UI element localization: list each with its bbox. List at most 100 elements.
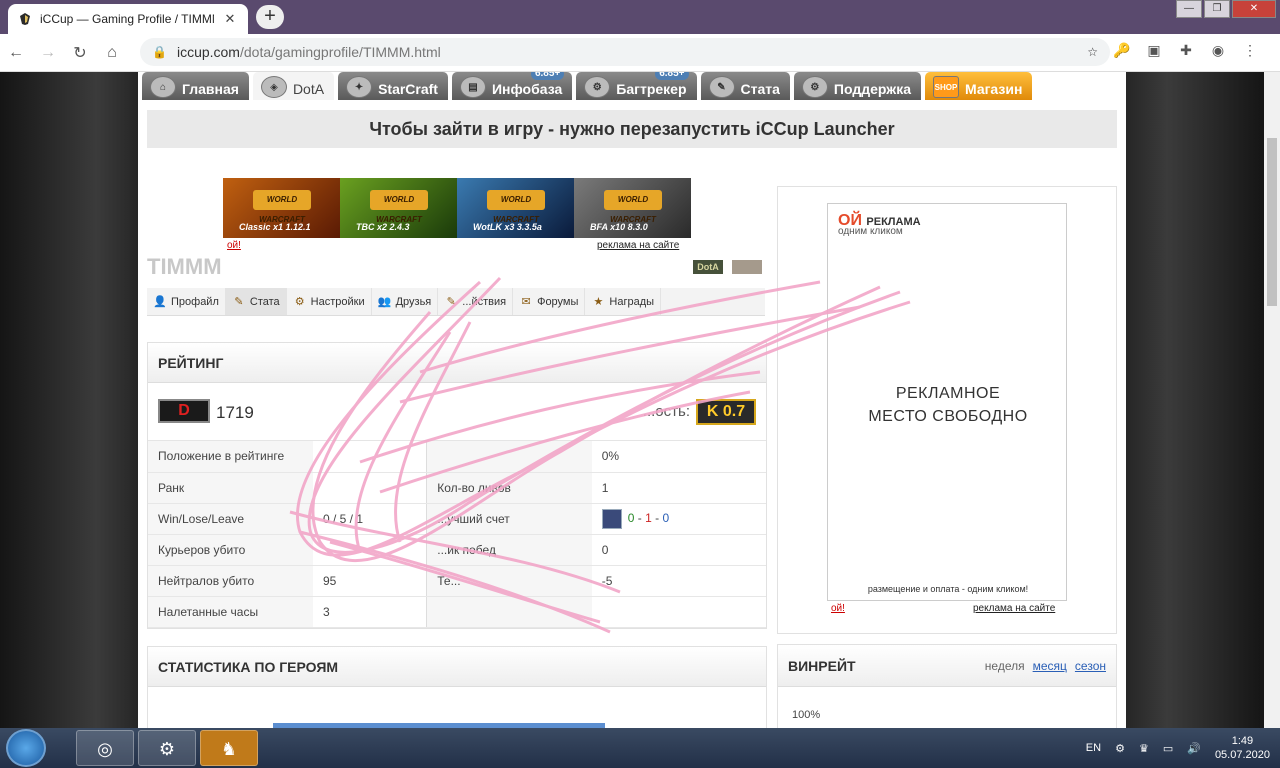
banner-slot-tbc[interactable]: WORLD WARCRAFT TBC x2 2.4.3: [340, 178, 457, 238]
profile-username: TIMMM: [147, 254, 222, 279]
bookmark-star-icon[interactable]: ☆: [1087, 45, 1098, 59]
banner-slot-wotlk[interactable]: WORLD WARCRAFT WotLK x3 3.3.5a: [457, 178, 574, 238]
banner-slot-bfa[interactable]: WORLD WARCRAFT BFA x10 8.3.0: [574, 178, 691, 238]
tab-month[interactable]: месяц: [1033, 659, 1067, 673]
warcraft-logo: WORLD WARCRAFT: [253, 190, 311, 224]
heroes-panel: СТАТИСТИКА ПО ГЕРОЯМ: [147, 646, 767, 728]
counter-strike-taskbar-icon[interactable]: ♞: [200, 730, 258, 766]
minimize-button[interactable]: —: [1176, 0, 1202, 18]
shop-icon: SHOP: [932, 76, 959, 98]
oy-link[interactable]: ой!: [831, 603, 845, 614]
profile-avatar-icon[interactable]: ◉: [1208, 42, 1228, 62]
wow-banner[interactable]: WORLD WARCRAFT Classic x1 1.12.1 WORLD WA…: [223, 178, 691, 238]
browser-tab-strip: iCCup — Gaming Profile / TIMMM ✕ + — ❐ ✕: [0, 0, 1280, 34]
password-extension-icon[interactable]: 🔑: [1112, 42, 1132, 62]
subnav-awards[interactable]: ★ Награды: [585, 288, 662, 315]
banner-slot-classic[interactable]: WORLD WARCRAFT Classic x1 1.12.1: [223, 178, 340, 238]
close-window-button[interactable]: ✕: [1232, 0, 1276, 18]
hero-portrait-icon[interactable]: [601, 508, 622, 529]
starcraft-nav-icon: ✦: [346, 76, 373, 98]
rating-summary: D 1719 ...ость: K 0.7: [148, 383, 766, 441]
oy-link[interactable]: ой!: [227, 240, 241, 251]
url-text: iccup.com/dota/gamingprofile/TIMMM.html: [176, 44, 441, 60]
browser-tab[interactable]: iCCup — Gaming Profile / TIMMM ✕: [8, 4, 248, 34]
table-row: Положение в рейтинге 0%: [148, 441, 766, 473]
nav-stats[interactable]: ✎ Стата: [700, 72, 790, 100]
page-scrollbar[interactable]: [1264, 72, 1280, 728]
winrate-axis-label: 100%: [792, 709, 821, 721]
region-flag-icon[interactable]: [732, 260, 762, 274]
clock[interactable]: 1:49 05.07.2020: [1215, 734, 1270, 762]
extension-icons: 🔑 ▣ ✚ ◉ ⋮: [1112, 42, 1260, 62]
rating-points: 1719: [216, 403, 254, 422]
dota-game-badge[interactable]: DotA: [693, 260, 723, 274]
lock-icon: 🔒: [152, 45, 167, 59]
table-row: Курьеров убито ...ик побед 0: [148, 534, 766, 566]
profile-subnav: 👤 Профайл ✎ Стата ⚙ Настройки 👥 Друзья ✎ ...й…: [147, 288, 765, 316]
rating-title: РЕЙТИНГ: [148, 343, 766, 383]
system-tray: EN ⚙ ♛ ▭ 🔊 1:49 05.07.2020: [1086, 734, 1270, 762]
rank-badge: D: [158, 399, 210, 423]
start-button[interactable]: [6, 729, 46, 767]
menu-dots-icon[interactable]: ⋮: [1240, 42, 1260, 62]
table-row: Ранк Кол-во ливов 1: [148, 472, 766, 504]
nav-dota[interactable]: ◈ DotA: [252, 72, 335, 100]
table-row: Нейтралов убито 95 Те... -5: [148, 565, 766, 597]
subnav-friends[interactable]: 👥 Друзья: [372, 288, 439, 315]
ad-on-site-link[interactable]: реклама на сайте: [597, 240, 679, 251]
steam-tray-icon[interactable]: ⚙: [1115, 742, 1125, 755]
network-icon[interactable]: ▭: [1163, 742, 1173, 755]
language-indicator[interactable]: EN: [1086, 742, 1101, 754]
forward-icon[interactable]: →: [32, 44, 64, 62]
subnav-settings[interactable]: ⚙ Настройки: [287, 288, 372, 315]
winrate-title: ВИНРЕЙТ: [788, 658, 856, 674]
background-art-right: [1126, 72, 1264, 728]
subnav-actions[interactable]: ✎ ...йствия: [438, 288, 514, 315]
scrollbar-thumb[interactable]: [1267, 138, 1277, 306]
steam-taskbar-icon[interactable]: ⚙: [138, 730, 196, 766]
best-score: 0 - 1 - 0: [591, 503, 766, 535]
close-tab-icon[interactable]: ✕: [222, 11, 238, 27]
nav-infobase[interactable]: ▤ Инфобаза 6.85+: [451, 72, 573, 100]
chrome-taskbar-icon[interactable]: ◎: [76, 730, 134, 766]
tray-app-icon[interactable]: ♛: [1139, 742, 1149, 755]
main-content: ⌂ Главная ◈ DotA ✦ StarCraft ▤ Инфобаза 6.85+…: [138, 72, 1126, 728]
tab-season[interactable]: сезон: [1075, 659, 1106, 673]
nav-bugtracker[interactable]: ⚙ Багтрекер 6.85+: [576, 72, 697, 100]
omnibox[interactable]: 🔒 iccup.com/dota/gamingprofile/TIMMM.htm…: [140, 38, 1110, 66]
maximize-button[interactable]: ❐: [1204, 0, 1230, 18]
windows-taskbar: ◎ ⚙ ♞ EN ⚙ ♛ ▭ 🔊 1:49 05.07.2020: [0, 728, 1280, 768]
ad-placeholder[interactable]: ОЙ РЕКЛАМА одним кликом РЕКЛАМНОЕ МЕСТО СВ…: [827, 203, 1067, 601]
table-row: Win/Lose/Leave 0 / 5 / 1 ...учший счет 0 …: [148, 503, 766, 535]
right-ad-panel: ОЙ РЕКЛАМА одним кликом РЕКЛАМНОЕ МЕСТО СВ…: [777, 186, 1117, 634]
k-ratio-badge: K 0.7: [696, 399, 756, 425]
iccup-favicon-icon: [18, 12, 32, 26]
extension-on-icon[interactable]: ▣: [1144, 42, 1164, 62]
subnav-stats[interactable]: ✎ Стата: [225, 288, 287, 315]
table-row: Налетанные часы 3: [148, 596, 766, 628]
nav-shop[interactable]: SHOP Магазин: [924, 72, 1033, 100]
tab-week[interactable]: неделя: [985, 659, 1025, 673]
back-icon[interactable]: ←: [0, 44, 32, 62]
rating-panel: РЕЙТИНГ D 1719 ...ость: K 0.7 Положение …: [147, 342, 767, 629]
gear-icon: ⚙: [294, 295, 305, 308]
new-tab-button[interactable]: +: [256, 5, 284, 29]
nav-starcraft[interactable]: ✦ StarCraft: [338, 72, 448, 100]
puzzle-extensions-icon[interactable]: ✚: [1176, 42, 1196, 62]
subnav-forums[interactable]: ✉ Форумы: [513, 288, 586, 315]
stats-nav-icon: ✎: [708, 76, 735, 98]
infobase-nav-icon: ▤: [459, 76, 486, 98]
volume-icon[interactable]: 🔊: [1187, 742, 1201, 755]
awards-star-icon: ★: [593, 295, 604, 308]
nav-home[interactable]: ⌂ Главная: [142, 72, 249, 100]
subnav-profile[interactable]: 👤 Профайл: [147, 288, 226, 315]
bugtracker-nav-icon: ⚙: [584, 76, 611, 98]
ad-free-text: РЕКЛАМНОЕ МЕСТО СВОБОДНО: [868, 385, 1028, 425]
nav-support[interactable]: ⚙ Поддержка: [793, 72, 921, 100]
home-icon[interactable]: ⌂: [96, 44, 128, 62]
ad-on-site-link[interactable]: реклама на сайте: [973, 603, 1055, 614]
oy-ad-logo: ОЙ РЕКЛАМА одним кликом: [838, 212, 921, 237]
reload-icon[interactable]: ↻: [64, 43, 96, 63]
ad-footer: размещение и оплата - одним кликом!: [867, 584, 1029, 594]
warcraft-logo: WORLD WARCRAFT: [604, 190, 662, 224]
